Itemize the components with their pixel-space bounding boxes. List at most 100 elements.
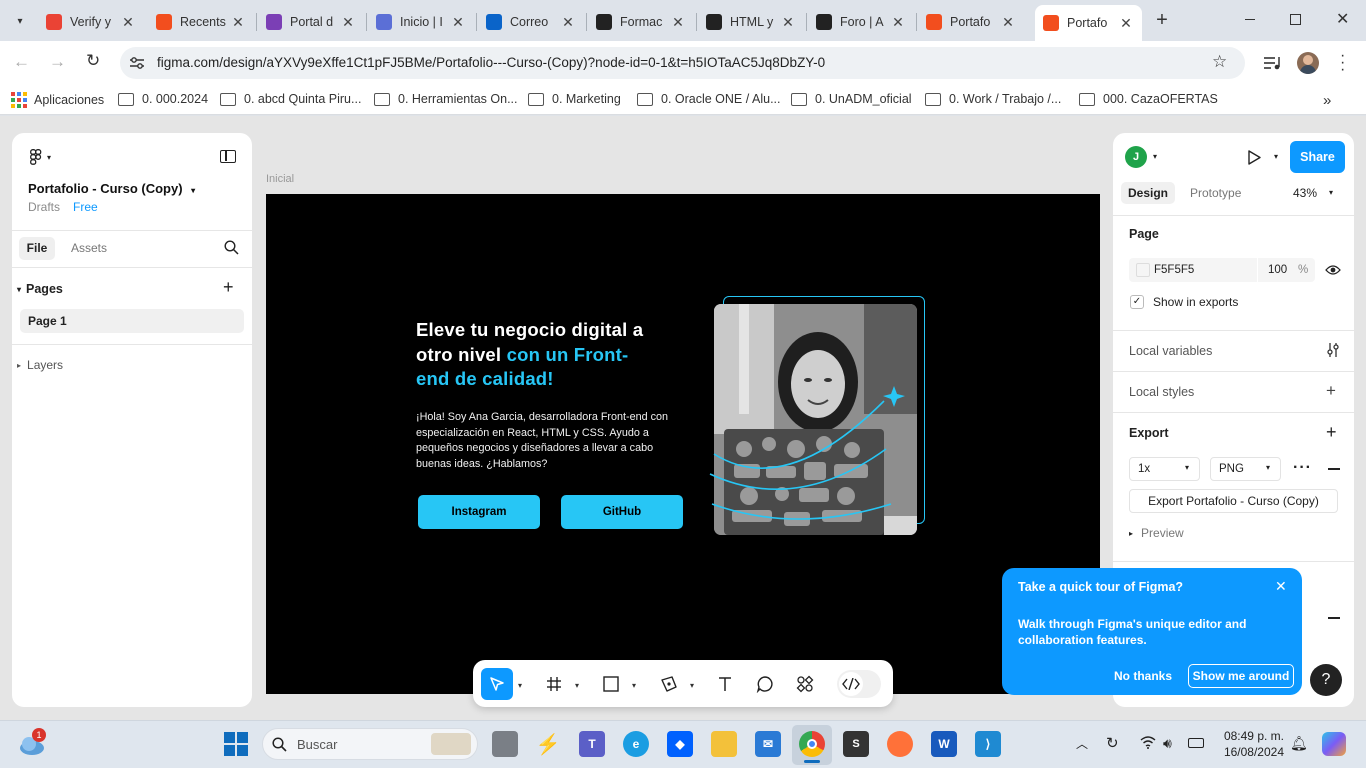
minimize-button[interactable] — [1240, 12, 1260, 28]
browser-tab[interactable]: Portafo ✕ — [1035, 5, 1142, 41]
tab-file[interactable]: File — [19, 237, 55, 260]
share-button[interactable]: Share — [1290, 141, 1345, 173]
browser-tab[interactable]: Recents ✕ — [148, 8, 254, 36]
site-info-icon[interactable] — [129, 56, 145, 70]
help-button[interactable]: ? — [1310, 664, 1342, 696]
teams-icon[interactable]: T — [579, 731, 605, 757]
bookmark-folder[interactable]: 0. Marketing — [528, 92, 621, 106]
battery-icon[interactable] — [1188, 738, 1204, 748]
file-name[interactable]: Portafolio - Curso (Copy) ▾ — [28, 181, 195, 196]
vscode-icon[interactable]: ⟩ — [975, 731, 1001, 757]
bookmark-folder[interactable]: 0. abcd Quinta Piru... — [220, 92, 361, 106]
bookmark-folder[interactable]: 000. CazaOFERTAS — [1079, 92, 1218, 106]
clock-time[interactable]: 08:49 p. m. — [1222, 729, 1284, 743]
close-tab-icon[interactable]: ✕ — [450, 14, 466, 31]
back-button[interactable]: ← — [13, 52, 30, 72]
wifi-icon[interactable] — [1140, 736, 1156, 749]
search-icon[interactable] — [224, 240, 239, 255]
add-export-button[interactable]: + — [1326, 422, 1337, 443]
chevron-down-icon[interactable]: ▾ — [1153, 152, 1157, 161]
restore-button[interactable] — [1290, 14, 1301, 25]
frame-tool[interactable] — [540, 670, 568, 698]
github-button[interactable]: GitHub — [561, 495, 683, 529]
start-windows-icon[interactable] — [224, 732, 248, 756]
word-icon[interactable]: W — [931, 731, 957, 757]
volume-icon[interactable]: 🔊︎ — [1163, 735, 1172, 752]
more-options-icon[interactable]: ··· — [1293, 459, 1312, 477]
close-tab-icon[interactable]: ✕ — [1118, 15, 1134, 32]
mail-icon[interactable]: ✉ — [755, 731, 781, 757]
browser-tab[interactable]: Verify y ✕ — [38, 8, 144, 36]
drafts-label[interactable]: Drafts — [28, 200, 60, 214]
local-variables-label[interactable]: Local variables — [1129, 344, 1212, 358]
figma-main-menu[interactable]: ▾ — [30, 149, 51, 165]
chevron-down-icon[interactable]: ▾ — [1274, 152, 1278, 161]
app-s-icon[interactable]: S — [843, 731, 869, 757]
chrome-icon[interactable] — [799, 731, 825, 757]
address-bar[interactable]: figma.com/design/aYXVy9eXffe1Ct1pFJ5BMe/… — [120, 47, 1245, 79]
file-explorer-icon[interactable] — [711, 731, 737, 757]
export-scale-select[interactable]: 1x ▾ — [1129, 457, 1200, 481]
text-tool[interactable] — [711, 670, 739, 698]
collapse-icon[interactable] — [1328, 617, 1340, 619]
chevron-up-icon[interactable]: ︿ — [1076, 735, 1088, 752]
toggle-sidebar-icon[interactable] — [220, 150, 236, 163]
pen-tool[interactable] — [655, 670, 683, 698]
browser-tab[interactable]: Formac ✕ — [588, 8, 694, 36]
browser-tab[interactable]: HTML y ✕ — [698, 8, 804, 36]
shape-tool[interactable] — [597, 670, 625, 698]
media-control-icon[interactable] — [1263, 55, 1281, 71]
preview-toggle[interactable]: ▸ Preview — [1129, 526, 1184, 540]
actions-tool[interactable] — [791, 670, 819, 698]
design-frame-inicial[interactable]: Eleve tu negocio digital a otro nivel co… — [266, 194, 1100, 694]
close-tab-icon[interactable]: ✕ — [780, 14, 796, 31]
taskbar-search-box[interactable]: Buscar — [262, 728, 478, 760]
visibility-eye-icon[interactable] — [1325, 264, 1341, 276]
dev-mode-toggle[interactable] — [837, 670, 881, 698]
zoom-level[interactable]: 43% ▾ — [1293, 186, 1333, 200]
copilot-icon[interactable] — [1322, 732, 1346, 756]
chevron-down-icon[interactable]: ▾ — [575, 681, 579, 690]
close-tab-icon[interactable]: ✕ — [560, 14, 576, 31]
pages-section-toggle[interactable]: ▾ Pages — [17, 282, 63, 296]
browser-tab[interactable]: Correo ✕ — [478, 8, 584, 36]
notifications-bell-icon[interactable]: 🔔︎ — [1290, 735, 1308, 752]
bookmarks-overflow-icon[interactable]: » — [1323, 92, 1331, 109]
clock-date[interactable]: 16/08/2024 — [1222, 745, 1284, 759]
instagram-button[interactable]: Instagram — [418, 495, 540, 529]
comment-tool[interactable] — [751, 670, 779, 698]
forward-button[interactable]: → — [49, 52, 66, 72]
remove-export-icon[interactable] — [1328, 468, 1340, 470]
profile-avatar[interactable] — [1297, 52, 1319, 74]
export-format-select[interactable]: PNG ▾ — [1210, 457, 1281, 481]
present-play-icon[interactable] — [1247, 150, 1261, 165]
browser-menu-icon[interactable]: · · · — [1340, 48, 1345, 78]
tab-assets[interactable]: Assets — [71, 241, 107, 255]
chevron-down-icon[interactable]: ▾ — [518, 681, 522, 690]
frame-label[interactable]: Inicial — [266, 173, 294, 185]
dropbox-icon[interactable]: ◆ — [667, 731, 693, 757]
reload-button[interactable]: ↻ — [86, 51, 100, 71]
page-list-item[interactable]: Page 1 — [20, 309, 244, 333]
bookmark-folder[interactable]: 0. Oracle ONE / Alu... — [637, 92, 781, 106]
browser-tab[interactable]: Foro | A ✕ — [808, 8, 914, 36]
close-tab-icon[interactable]: ✕ — [890, 14, 906, 31]
browser-tab[interactable]: Portafo ✕ — [918, 8, 1024, 36]
tab-search-button[interactable]: ▾ — [8, 9, 32, 33]
user-avatar[interactable]: J — [1125, 146, 1147, 168]
export-button[interactable]: Export Portafolio - Curso (Copy) — [1129, 489, 1338, 513]
app-icon[interactable]: ⚡ — [535, 731, 561, 757]
plan-badge[interactable]: Free — [73, 200, 98, 214]
show-me-around-button[interactable]: Show me around — [1188, 664, 1294, 688]
bookmark-apps[interactable]: Aplicaciones — [11, 92, 104, 108]
bookmark-star-icon[interactable]: ☆ — [1212, 52, 1227, 72]
page-color-field[interactable]: F5F5F5 100 % — [1129, 258, 1315, 282]
close-tab-icon[interactable]: ✕ — [120, 14, 136, 31]
layers-section-toggle[interactable]: ▸ Layers — [17, 358, 63, 372]
bookmark-folder[interactable]: 0. Work / Trabajo /... — [925, 92, 1061, 106]
bookmark-folder[interactable]: 0. 000.2024 — [118, 92, 208, 106]
close-tab-icon[interactable]: ✕ — [340, 14, 356, 31]
close-tab-icon[interactable]: ✕ — [1000, 14, 1016, 31]
sync-icon[interactable]: ↻ — [1106, 734, 1119, 752]
tab-design[interactable]: Design — [1121, 182, 1176, 204]
